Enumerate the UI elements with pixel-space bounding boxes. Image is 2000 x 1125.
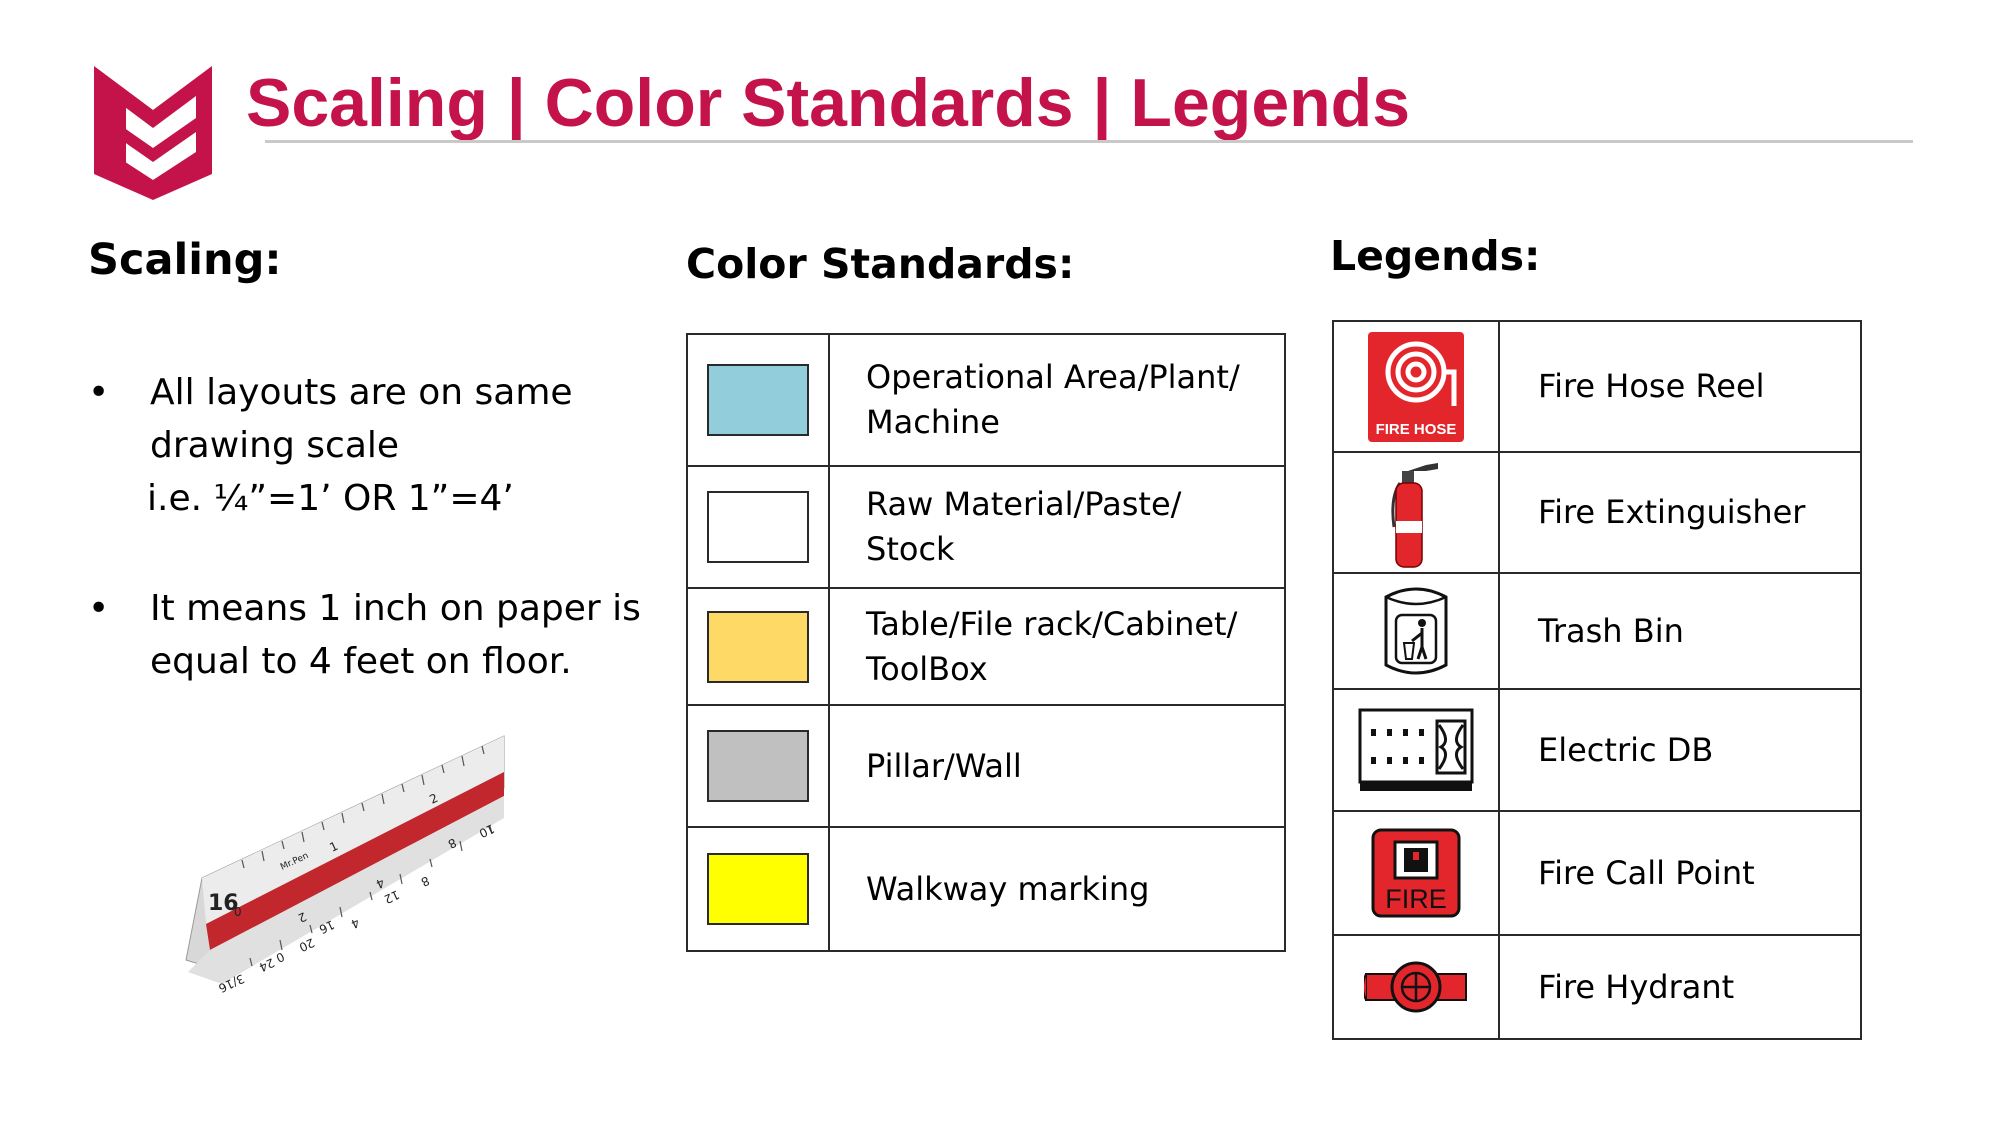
color-standards-heading: Color Standards: <box>686 240 1075 288</box>
fire-hose-sign-text: FIRE HOSE <box>1376 421 1457 438</box>
color-label: Walkway marking <box>866 869 1150 908</box>
color-label: Stock <box>866 530 955 568</box>
table-row: FIRE Fire Call Point <box>1332 810 1862 936</box>
trash-bin-icon <box>1384 587 1448 675</box>
architect-scale-ruler-icon: 16 0 1 2 3/16 0 4 8 12 16 20 24 2 4 8 10… <box>185 735 505 995</box>
bullet-line: All layouts are on same <box>150 372 573 413</box>
color-label: Raw Material/Paste/ <box>866 485 1182 523</box>
fire-call-point-icon: FIRE <box>1371 828 1461 918</box>
table-row: Raw Material/Paste/ Stock <box>686 465 1286 589</box>
table-row: Fire Hydrant <box>1332 934 1862 1040</box>
legend-label: Fire Call Point <box>1498 810 1862 936</box>
legend-label: Trash Bin <box>1498 572 1862 690</box>
ruler-label: 0 <box>274 949 287 965</box>
table-row: Walkway marking <box>686 826 1286 952</box>
fire-call-point-text: FIRE <box>1385 884 1447 914</box>
table-row: Operational Area/Plant/ Machine <box>686 333 1286 467</box>
color-label: ToolBox <box>866 649 988 688</box>
table-row: Table/File rack/Cabinet/ ToolBox <box>686 587 1286 706</box>
color-swatch <box>707 364 809 436</box>
legend-label: Fire Hydrant <box>1498 934 1862 1040</box>
color-label: Operational Area/Plant/ <box>866 358 1240 396</box>
table-row: FIRE HOSE Fire Hose Reel <box>1332 320 1862 453</box>
electric-db-icon <box>1358 708 1474 791</box>
color-swatch <box>707 610 809 683</box>
table-row: Electric DB <box>1332 688 1862 812</box>
legends-table: FIRE HOSE Fire Hose Reel Fire Extinguish… <box>1332 320 1862 1040</box>
bullet-line: drawing scale <box>150 425 400 466</box>
title-divider <box>265 140 1913 143</box>
fire-extinguisher-icon <box>1391 462 1438 568</box>
table-row: Fire Extinguisher <box>1332 451 1862 574</box>
table-row: Pillar/Wall <box>686 704 1286 828</box>
legend-label: Fire Extinguisher <box>1498 451 1862 574</box>
fire-hose-reel-icon: FIRE HOSE <box>1368 331 1464 442</box>
color-swatch <box>707 853 809 925</box>
legend-label: Fire Hose Reel <box>1498 320 1862 453</box>
color-label: Table/File rack/Cabinet/ <box>866 604 1238 643</box>
legend-label: Electric DB <box>1498 688 1862 812</box>
legends-heading: Legends: <box>1330 232 1541 280</box>
bullet-dot: • <box>88 372 110 413</box>
ruler-label: 4 <box>349 915 362 931</box>
color-standards-table: Operational Area/Plant/ Machine Raw Mate… <box>686 333 1286 952</box>
color-label: Machine <box>866 403 1000 441</box>
ruler-label: 0 <box>234 905 242 919</box>
color-swatch <box>707 730 809 802</box>
ruler-label: 8 <box>419 873 432 889</box>
table-row: Trash Bin <box>1332 572 1862 690</box>
color-swatch <box>707 491 809 563</box>
company-logo-icon <box>94 66 212 200</box>
scaling-heading: Scaling: <box>88 235 282 285</box>
ruler-label: 12 <box>382 887 402 906</box>
color-label: Pillar/Wall <box>866 746 1022 785</box>
bullet-line: i.e. ¼”=1’ OR 1”=4’ <box>147 478 514 519</box>
page-title: Scaling | Color Standards | Legends <box>246 65 1411 141</box>
fire-hydrant-icon <box>1364 961 1467 1013</box>
bullet-line: equal to 4 feet on floor. <box>150 641 572 682</box>
bullet-dot: • <box>88 588 110 629</box>
bullet-line: It means 1 inch on paper is <box>150 588 641 629</box>
